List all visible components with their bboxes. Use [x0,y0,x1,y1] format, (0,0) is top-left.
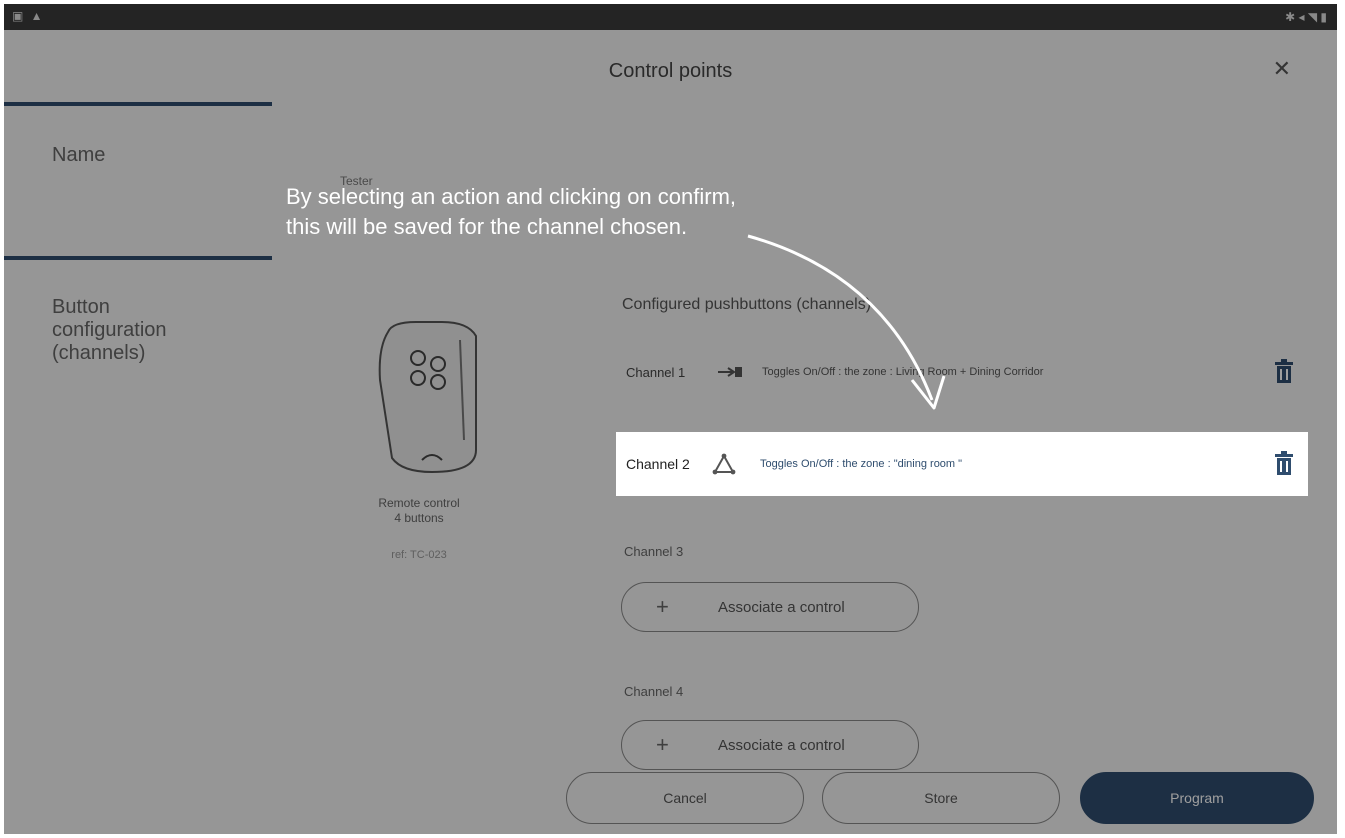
app-screen: ▣ ▲ ✱ ◂ ◥ ▮ Control points ✕ Name Button… [4,4,1337,834]
annotation-arrow-icon [747,234,946,410]
